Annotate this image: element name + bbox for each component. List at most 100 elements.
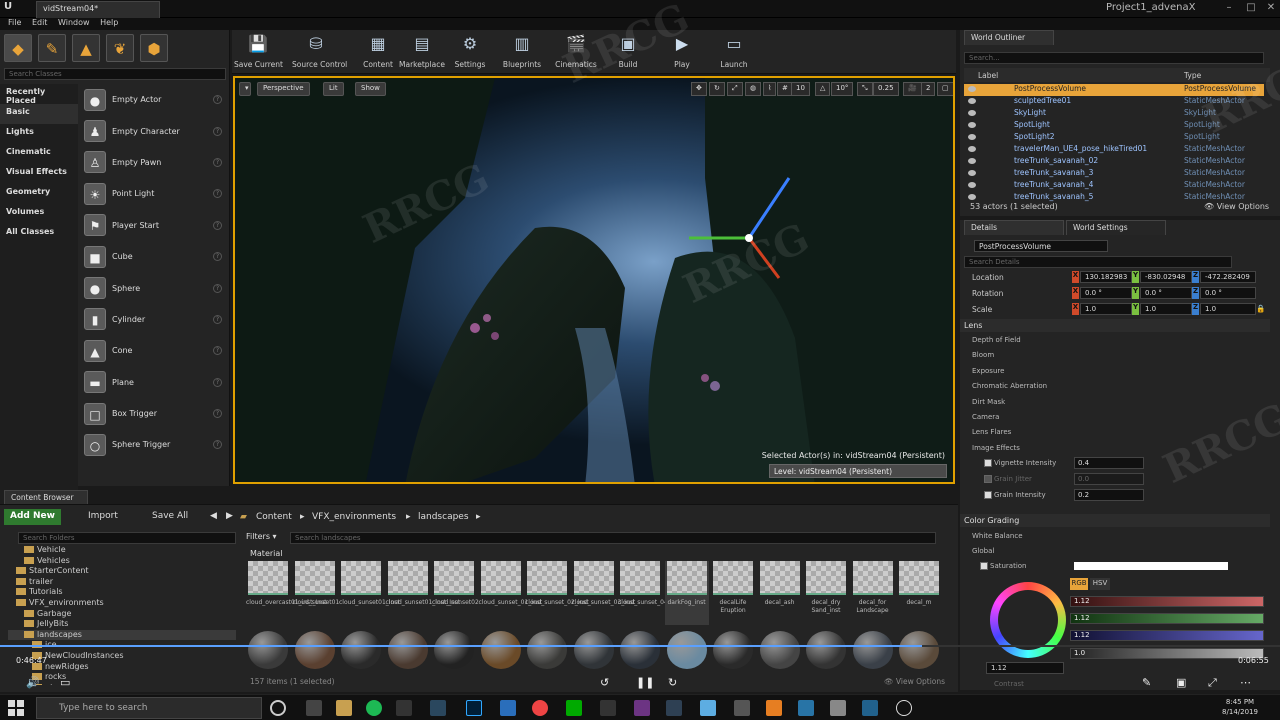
outliner-row[interactable]: travelerMan_UE4_pose_hikeTired01 StaticMe… (964, 144, 1264, 156)
folder-item[interactable]: Vehicles (8, 556, 236, 567)
rotation-label[interactable]: Rotation (972, 289, 1003, 298)
content-button[interactable]: ▦ Content (354, 33, 402, 73)
asset-thumbnail[interactable] (713, 631, 753, 669)
outliner-row[interactable]: sculptedTree01 StaticMeshActor (964, 96, 1264, 108)
scale-z-field[interactable]: 1.0 (1200, 303, 1256, 315)
place-item[interactable]: ○ Sphere Trigger? (80, 429, 228, 460)
asset-tile[interactable]: decal_dry Sand_inst (804, 561, 848, 625)
help-icon[interactable]: ? (213, 440, 222, 450)
asset-tile[interactable]: cloud_overcast01_inst_Inst (246, 561, 327, 625)
asset-thumbnail[interactable] (666, 631, 707, 669)
location-z-field[interactable]: -472.282409 (1200, 271, 1256, 283)
asset-tile[interactable]: cloud_sunset01_inst_Inst (386, 561, 460, 625)
breadcrumb-vfx-environments[interactable]: VFX_environments (312, 512, 396, 522)
asset-thumbnail[interactable] (480, 631, 521, 669)
category-volumes[interactable]: Volumes (0, 204, 78, 224)
lens-subsection[interactable]: Image Effects (964, 442, 1264, 456)
perspective-button[interactable]: Perspective (257, 82, 310, 96)
transform-scale-icon[interactable]: ⤢ (727, 82, 743, 96)
launch-button[interactable]: ▭ Launch (710, 33, 758, 73)
steam-icon[interactable] (430, 700, 446, 716)
outliner-row[interactable]: treeTrunk_savanah_5 StaticMeshActor (964, 192, 1264, 204)
b-channel-slider[interactable]: 1.12 (1070, 630, 1264, 641)
category-visual-effects[interactable]: Visual Effects (0, 164, 78, 184)
help-icon[interactable]: ? (213, 377, 222, 387)
saturation-checkbox[interactable] (980, 562, 988, 570)
tab-world-outliner[interactable]: World Outliner (964, 30, 1054, 45)
source-control-button[interactable]: ⛁ Source Control (292, 33, 347, 73)
folder-item[interactable]: uts (8, 683, 236, 685)
rgb-mode-button[interactable]: RGB (1070, 578, 1088, 590)
help-icon[interactable]: ? (213, 157, 222, 167)
asset-tile[interactable]: cloud_sunset01_Inst (339, 561, 400, 625)
cortana-icon[interactable] (270, 700, 286, 716)
y-channel-slider[interactable]: 1.0 (1070, 648, 1264, 659)
lock-icon[interactable]: 🔒 (1256, 304, 1265, 313)
menu-window[interactable]: Window (58, 18, 90, 27)
more-icon[interactable]: ⋯ (1240, 676, 1251, 689)
eye-icon[interactable] (968, 122, 976, 128)
save-all-button[interactable]: Save All (146, 509, 194, 525)
white-balance-row[interactable]: White Balance (964, 530, 1264, 544)
folder-item[interactable]: rocks (8, 672, 236, 683)
grid-snap-value[interactable]: 10 (791, 82, 810, 96)
build-button[interactable]: ▣ Build (604, 33, 652, 73)
rotation-snap-icon[interactable]: △ (815, 82, 831, 96)
tab-content-browser[interactable]: Content Browser (4, 490, 88, 504)
scale-x-field[interactable]: 1.0 (1080, 303, 1132, 315)
transform-rotate-icon[interactable]: ↻ (709, 82, 725, 96)
category-basic[interactable]: Basic (0, 104, 78, 124)
outliner-row[interactable]: SkyLight SkyLight (964, 108, 1264, 120)
eye-icon[interactable] (968, 86, 976, 92)
asset-tile[interactable]: cloud_sunset_04_inst (618, 561, 682, 625)
geometry-mode-icon[interactable]: ⬢ (140, 34, 168, 62)
place-item[interactable]: ● Sphere? (80, 272, 228, 303)
unreal-taskbar-icon[interactable] (896, 700, 912, 716)
breadcrumb-content[interactable]: Content (256, 512, 292, 522)
outliner-row[interactable]: treeTrunk_savanah_4 StaticMeshActor (964, 180, 1264, 192)
place-item[interactable]: ▮ Cylinder? (80, 304, 228, 335)
asset-thumbnail[interactable] (620, 631, 660, 669)
show-button[interactable]: Show (355, 82, 386, 96)
asset-thumbnail[interactable] (527, 631, 567, 669)
asset-tile[interactable]: decal_ash (758, 561, 802, 625)
outliner-row[interactable]: PostProcessVolume PostProcessVolume (964, 84, 1264, 96)
eye-icon[interactable] (968, 134, 976, 140)
chrome-icon[interactable] (532, 700, 548, 716)
type-column-header[interactable]: Type (1184, 71, 1201, 80)
eye-icon[interactable] (968, 170, 976, 176)
category-all-classes[interactable]: All Classes (0, 224, 78, 244)
level-tab[interactable]: vidStream04* (36, 1, 160, 18)
rotation-z-field[interactable]: 0.0 ° (1200, 287, 1256, 299)
taskbar-search-input[interactable]: Type here to search (36, 697, 262, 719)
transform-translate-icon[interactable]: ✥ (691, 82, 707, 96)
asset-tile[interactable]: cloud_sunset_03_inst (572, 561, 635, 625)
folder-item[interactable]: Tutorials (8, 587, 236, 598)
menu-edit[interactable]: Edit (32, 18, 48, 27)
eye-icon[interactable] (968, 146, 976, 152)
outliner-row[interactable]: SpotLight2 SpotLight (964, 132, 1264, 144)
task-view-icon[interactable] (306, 700, 322, 716)
asset-thumbnail[interactable] (899, 631, 939, 669)
asset-thumbnail[interactable] (852, 631, 893, 669)
category-recently-placed[interactable]: Recently Placed (0, 84, 78, 105)
tab-details[interactable]: Details (964, 220, 1064, 235)
asset-tile[interactable]: decalLife Eruption (711, 561, 755, 625)
scale-y-field[interactable]: 1.0 (1140, 303, 1192, 315)
minimize-icon[interactable]: – (1222, 2, 1236, 16)
help-icon[interactable]: ? (213, 283, 222, 293)
world-local-icon[interactable]: ◍ (745, 82, 762, 96)
saturation-swatch[interactable] (1074, 562, 1228, 570)
grain-jitter-checkbox[interactable] (984, 475, 992, 483)
asset-tile[interactable]: decal_for Landscape (851, 561, 895, 625)
color-grading-section-header[interactable]: Color Grading (960, 514, 1270, 527)
asset-tile[interactable]: decal_m (897, 561, 941, 625)
hsv-mode-button[interactable]: HSV (1090, 578, 1110, 590)
app-icon[interactable] (798, 700, 814, 716)
filters-button[interactable]: Filters ▾ (246, 532, 288, 544)
eye-icon[interactable] (968, 110, 976, 116)
category-cinematic[interactable]: Cinematic (0, 144, 78, 164)
details-search-input[interactable]: Search Details (964, 256, 1232, 268)
help-icon[interactable]: ? (213, 95, 222, 105)
rewind-icon[interactable]: ↺ (600, 676, 609, 689)
